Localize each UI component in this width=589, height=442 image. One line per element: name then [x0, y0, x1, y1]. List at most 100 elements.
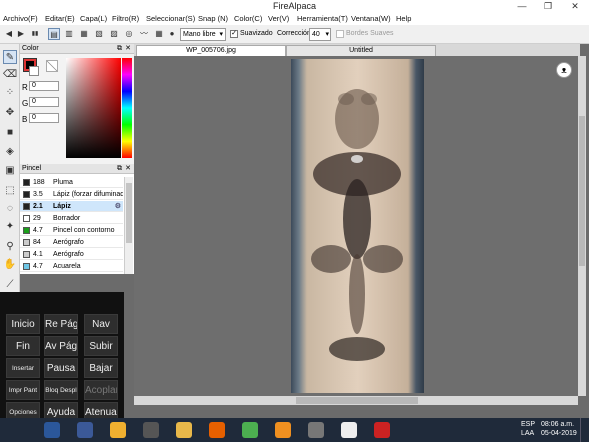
clock-time[interactable]: 08:06 a.m. — [541, 421, 574, 428]
maximize-button[interactable]: ❐ — [535, 0, 561, 12]
select-tool-icon[interactable]: ⬚ — [3, 184, 17, 198]
key-pausa[interactable]: Pausa — [44, 358, 78, 378]
hand-tool-icon[interactable]: ✋ — [3, 258, 17, 272]
mail-icon[interactable] — [77, 422, 93, 438]
show-desktop-button[interactable] — [580, 418, 589, 442]
snap-3d-icon[interactable]: ▦ — [153, 28, 165, 40]
snap-grid-icon[interactable]: ▦ — [78, 28, 90, 40]
bucket-tool-icon[interactable]: ◈ — [3, 145, 17, 159]
word-icon[interactable] — [44, 422, 60, 438]
menu-seleccionar[interactable]: Seleccionar(S) — [146, 14, 195, 23]
brush-size: 29 — [33, 215, 41, 222]
b-input[interactable]: 0 — [29, 113, 59, 123]
saturation-value-picker[interactable] — [66, 58, 121, 158]
brush-item[interactable]: 29 Borrador — [20, 213, 123, 224]
lasso-tool-icon[interactable]: ◌ — [3, 202, 17, 216]
close-button[interactable]: ✕ — [562, 0, 588, 12]
g-input[interactable]: 0 — [29, 97, 59, 107]
snap-curve-icon[interactable]: 〰 — [138, 28, 150, 40]
eraser-tool-icon[interactable]: ⌫ — [3, 68, 17, 82]
r-input[interactable]: 0 — [29, 81, 59, 91]
tab-document-2[interactable]: Untitled — [286, 45, 436, 56]
transparent-color-icon[interactable] — [46, 60, 58, 72]
brush-item[interactable]: 4.7 Acuarela — [20, 261, 123, 272]
c-app-icon[interactable] — [275, 422, 291, 438]
brush-item[interactable]: 61 Difuminar — [20, 273, 123, 274]
soft-edges-checkbox[interactable] — [336, 30, 344, 38]
brush-item[interactable]: 4.1 Aerógrafo — [20, 249, 123, 260]
snap-circle-icon[interactable]: ◎ — [123, 28, 135, 40]
menu-ventana[interactable]: Ventana(W) — [351, 14, 391, 23]
clock-date[interactable]: 05-04-2019 — [541, 430, 577, 437]
menu-ver[interactable]: Ver(V) — [268, 14, 289, 23]
hue-slider[interactable] — [122, 58, 132, 158]
alpaca-avatar-icon[interactable]: ᴥ — [556, 62, 572, 78]
key-nav[interactable]: Nav — [84, 314, 118, 334]
smooth-checkbox[interactable]: ✓ — [230, 30, 238, 38]
correction-select[interactable]: 40 ▾ — [309, 28, 331, 41]
horizontal-scrollbar[interactable] — [134, 396, 578, 405]
tab-document-1[interactable]: WP_005706.jpg — [136, 45, 286, 56]
brush-scrollbar[interactable] — [124, 177, 133, 274]
snap-parallel-icon[interactable]: ▥ — [63, 28, 75, 40]
key-bajar[interactable]: Bajar — [84, 358, 118, 378]
key-insertar[interactable]: Insertar — [6, 358, 40, 378]
pdf-icon[interactable] — [374, 422, 390, 438]
menu-color[interactable]: Color(C) — [234, 14, 262, 23]
move-tool-icon[interactable]: ✥ — [3, 106, 17, 120]
play-back-icon[interactable]: ◀ — [3, 28, 15, 40]
menu-archivo[interactable]: Archivo(F) — [3, 14, 38, 23]
key-subir[interactable]: Subir — [84, 336, 118, 356]
brush-dot-icon[interactable]: ● — [166, 28, 178, 40]
panel-close-icon[interactable]: ✕ — [125, 44, 131, 54]
brush-item[interactable]: 4.7 Pincel con contorno — [20, 225, 123, 236]
menu-editar[interactable]: Editar(E) — [45, 14, 75, 23]
canvas-area[interactable]: ᴥ — [134, 56, 586, 405]
app-icon[interactable] — [308, 422, 324, 438]
vertical-scrollbar[interactable] — [578, 56, 586, 396]
chrome-icon[interactable] — [242, 422, 258, 438]
key-fin[interactable]: Fin — [6, 336, 40, 356]
brush-item[interactable]: 3.5 Lápiz (forzar difuminad — [20, 189, 123, 200]
gear-icon[interactable]: ⚙ — [115, 201, 121, 211]
menu-filtro[interactable]: Filtro(R) — [112, 14, 139, 23]
magic-wand-tool-icon[interactable]: ✦ — [3, 220, 17, 234]
key-impr-pant[interactable]: Impr Pant — [6, 380, 40, 400]
menu-snap[interactable]: Snap (N) — [198, 14, 228, 23]
play-forward-icon[interactable]: ▶ — [15, 28, 27, 40]
camera-icon[interactable] — [143, 422, 159, 438]
dot-tool-icon[interactable]: ⁘ — [3, 86, 17, 100]
snap-radial-icon[interactable]: ▨ — [108, 28, 120, 40]
background-color-swatch[interactable] — [29, 66, 39, 76]
menu-help[interactable]: Help — [396, 14, 411, 23]
firealpaca-icon[interactable] — [341, 422, 357, 438]
eyedropper-tool-icon[interactable]: ⟋ — [3, 278, 17, 292]
fill-rect-tool-icon[interactable]: ■ — [3, 126, 17, 140]
key-bloq-despl[interactable]: Bloq Despl — [44, 380, 78, 400]
menu-capa[interactable]: Capa(L) — [80, 14, 107, 23]
key-acoplar[interactable]: Acoplar — [84, 380, 118, 400]
key-inicio[interactable]: Inicio — [6, 314, 40, 334]
language-indicator[interactable]: ESP — [521, 421, 535, 428]
folder-icon[interactable] — [176, 422, 192, 438]
snap-cross-icon[interactable]: ▧ — [93, 28, 105, 40]
pen-tool-icon[interactable]: ✎ — [3, 50, 17, 64]
panel-float-icon[interactable]: ⧉ — [117, 164, 122, 174]
minimize-button[interactable]: — — [509, 0, 535, 12]
key-av-pág[interactable]: Av Pág — [44, 336, 78, 356]
brush-item[interactable]: 188 Pluma — [20, 177, 123, 188]
key-re-pág[interactable]: Re Pág — [44, 314, 78, 334]
brush-item[interactable]: 84 Aerógrafo — [20, 237, 123, 248]
gradient-tool-icon[interactable]: ▣ — [3, 164, 17, 178]
layout-icon[interactable]: ▮▮ — [29, 28, 41, 40]
brush-item[interactable]: 2.1 Lápiz ⚙ — [20, 201, 123, 212]
paint-icon[interactable] — [110, 422, 126, 438]
snap-off-icon[interactable]: ▤ — [48, 28, 60, 40]
brush-name: Lápiz (forzar difuminad — [53, 191, 123, 198]
panel-close-icon[interactable]: ✕ — [125, 164, 131, 174]
menu-herramienta[interactable]: Herramienta(T) — [297, 14, 348, 23]
firefox-icon[interactable] — [209, 422, 225, 438]
zoom-tool-icon[interactable]: ⚲ — [3, 240, 17, 254]
panel-float-icon[interactable]: ⧉ — [117, 44, 122, 54]
brush-mode-select[interactable]: Mano libre ▾ — [180, 28, 226, 41]
